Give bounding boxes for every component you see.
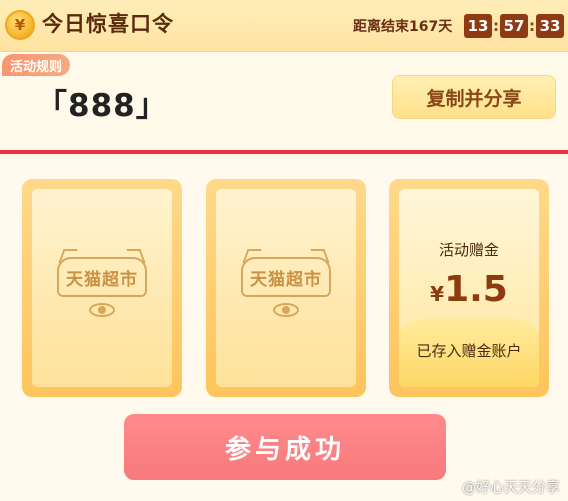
tmall-supermarket-logo-icon: 天猫超市 bbox=[57, 249, 147, 327]
revealed-bonus-card: 活动赠金 ¥1.5 已存入赠金账户 bbox=[389, 179, 549, 397]
bonus-amount: ¥1.5 bbox=[399, 269, 539, 310]
countdown-minutes: 57 bbox=[500, 14, 528, 38]
card-face: 活动赠金 ¥1.5 已存入赠金账户 bbox=[399, 189, 539, 387]
copy-share-button[interactable]: 复制并分享 bbox=[392, 75, 556, 119]
page-title: 今日惊喜口令 bbox=[42, 12, 174, 36]
countdown-seconds: 33 bbox=[536, 14, 564, 38]
countdown-label: 距离结束167天 bbox=[353, 19, 453, 35]
mystery-card[interactable]: 天猫超市 bbox=[22, 179, 182, 397]
bonus-label: 活动赠金 bbox=[438, 241, 499, 259]
countdown-separator: : bbox=[493, 17, 499, 35]
eye-icon bbox=[89, 303, 115, 317]
currency-symbol: ¥ bbox=[430, 282, 445, 306]
card-face: 天猫超市 bbox=[32, 189, 172, 387]
mystery-card[interactable]: 天猫超市 bbox=[206, 179, 366, 397]
bonus-value: 1.5 bbox=[444, 269, 508, 310]
brand-label: 天猫超市 bbox=[241, 257, 331, 297]
countdown-separator: : bbox=[529, 17, 535, 35]
deposit-status: 已存入赠金账户 bbox=[416, 342, 522, 360]
eye-icon bbox=[273, 303, 299, 317]
countdown-hours: 13 bbox=[464, 14, 492, 38]
watermark: @好心天天分享 bbox=[462, 480, 560, 496]
rules-link[interactable]: 活动规则 bbox=[2, 54, 71, 76]
coin-icon: ¥ bbox=[5, 10, 35, 40]
promo-code: 「888」 bbox=[36, 88, 168, 124]
tmall-supermarket-logo-icon: 天猫超市 bbox=[241, 249, 331, 327]
card-face: 天猫超市 bbox=[216, 189, 356, 387]
participation-success-button[interactable]: 参与成功 bbox=[124, 414, 446, 480]
brand-label: 天猫超市 bbox=[57, 257, 147, 297]
